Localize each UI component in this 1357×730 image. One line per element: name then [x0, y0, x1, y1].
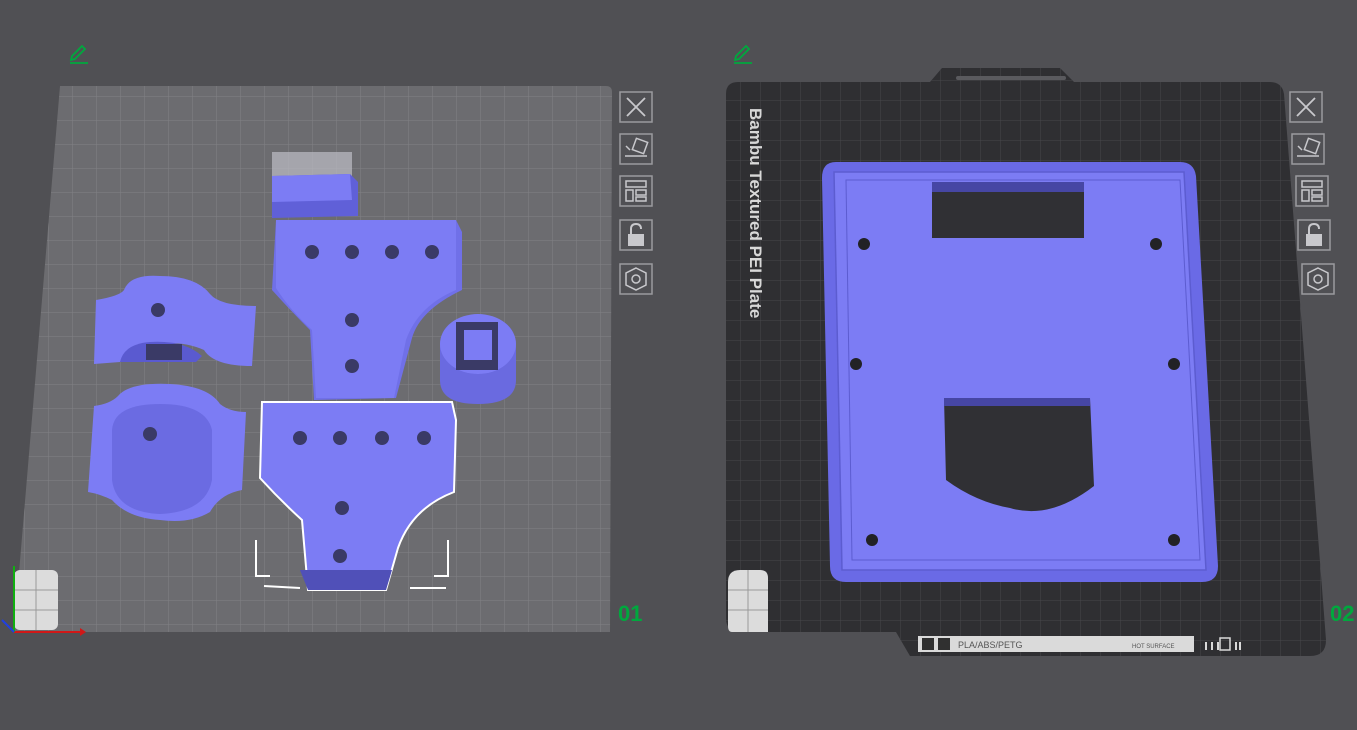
bed-origin-grid — [14, 570, 58, 630]
close-icon[interactable] — [1289, 91, 1323, 123]
plate-number: 02 — [1330, 601, 1354, 626]
pencil-icon[interactable] — [69, 44, 88, 64]
pencil-icon[interactable] — [733, 44, 752, 64]
auto-orient-icon[interactable] — [1291, 133, 1325, 165]
plate-01-toolbar — [619, 91, 653, 295]
arrange-icon[interactable] — [1295, 175, 1329, 207]
model-mounting-plate[interactable] — [822, 162, 1218, 582]
filament-type: PLA/ABS/PETG — [958, 640, 1023, 650]
plate-number: 01 — [618, 601, 642, 626]
lock-icon[interactable] — [1297, 219, 1331, 251]
lock-icon[interactable] — [619, 219, 653, 251]
auto-orient-icon[interactable] — [619, 133, 653, 165]
arrange-icon[interactable] — [619, 175, 653, 207]
hot-surface-warning: HOT SURFACE — [1132, 644, 1175, 650]
model-block[interactable] — [272, 152, 358, 218]
model-square-hole-cylinder[interactable] — [440, 314, 516, 404]
filament-info-strip: PLA/ABS/PETG HOT SURFACE — [918, 636, 1241, 652]
plate-type-label: Bambu Textured PEI Plate — [746, 108, 765, 318]
settings-icon[interactable] — [1301, 263, 1335, 295]
close-icon[interactable] — [619, 91, 653, 123]
settings-icon[interactable] — [619, 263, 653, 295]
bed-origin-grid — [728, 570, 768, 632]
